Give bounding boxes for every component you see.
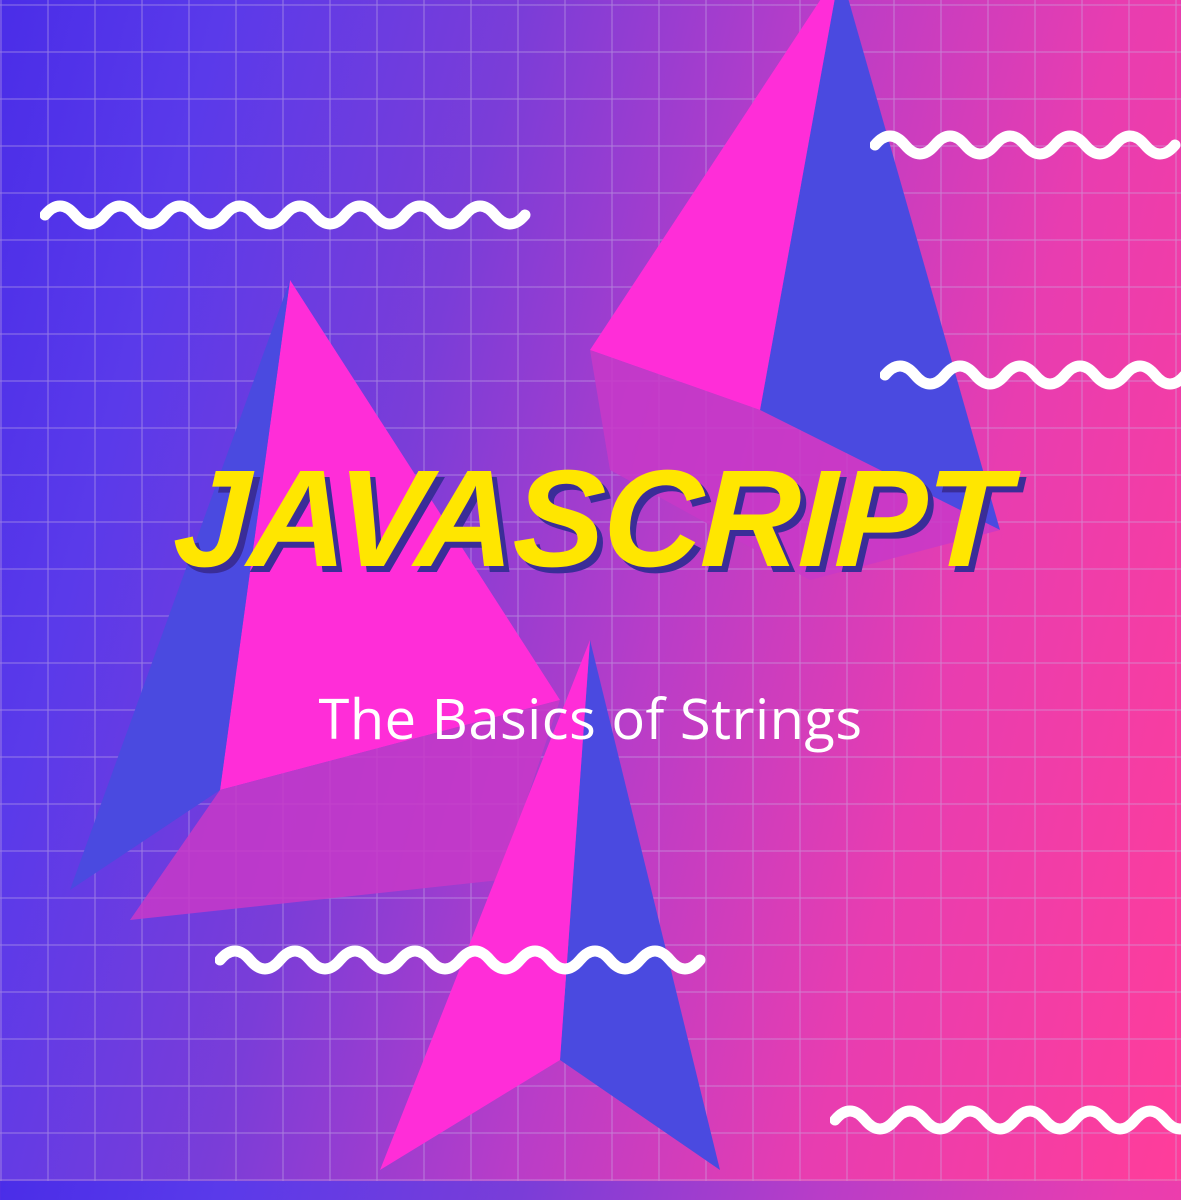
squiggle-mid-right-icon xyxy=(880,355,1181,395)
squiggle-bottom-right-icon xyxy=(830,1100,1181,1140)
squiggle-top-right-icon xyxy=(870,125,1181,165)
squiggle-top-left-icon xyxy=(40,195,540,235)
squiggle-bottom-center-icon xyxy=(215,940,715,980)
subtitle: The Basics of Strings xyxy=(0,680,1181,756)
main-title: JAVASCRIPT xyxy=(0,440,1181,599)
